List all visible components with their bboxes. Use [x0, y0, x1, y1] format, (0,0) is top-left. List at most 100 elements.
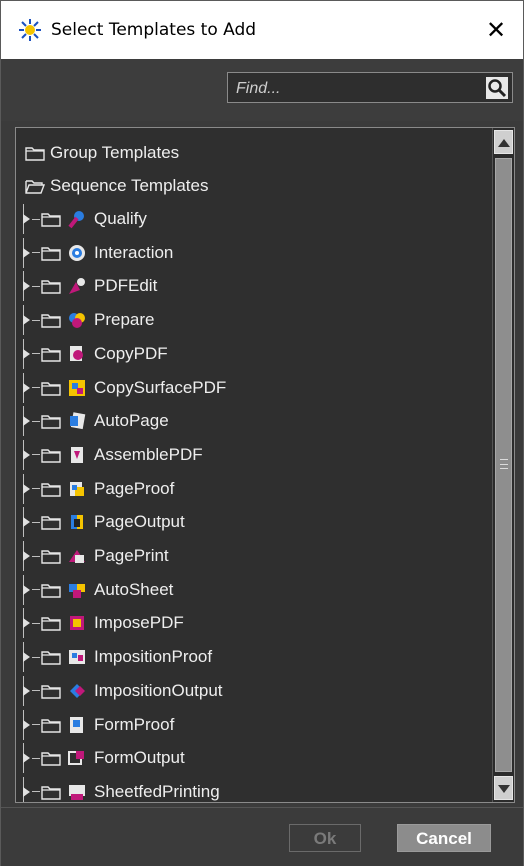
tree-item-label: ImpositionOutput	[94, 680, 223, 700]
cancel-button[interactable]: Cancel	[397, 824, 491, 852]
folder-closed-icon	[40, 614, 62, 632]
button-bar: Ok Cancel	[1, 807, 523, 866]
tree-item-pageproof[interactable]: PageProof	[20, 473, 174, 504]
tree-item-label: AutoPage	[94, 411, 169, 431]
scroll-down-button[interactable]	[494, 776, 513, 800]
expand-arrow-icon[interactable]	[20, 237, 32, 268]
tree-item-label: ImpositionProof	[94, 647, 213, 667]
tree-item-interaction[interactable]: Interaction	[20, 237, 174, 268]
tree-connector	[32, 521, 40, 523]
tree-item-sequence-templates[interactable]: Sequence Templates	[24, 171, 208, 201]
tree-item-qualify[interactable]: Qualify	[20, 204, 147, 234]
tree-item-label: SheetfedPrinting	[94, 781, 220, 801]
scroll-thumb[interactable]	[495, 158, 512, 772]
tree-connector	[32, 285, 40, 287]
expand-arrow-icon[interactable]	[20, 675, 32, 706]
tree-item-pdfedit[interactable]: PDFEdit	[20, 271, 158, 302]
expand-arrow-icon[interactable]	[20, 338, 32, 369]
search-toolbar	[1, 59, 523, 121]
folder-closed-icon	[40, 581, 62, 599]
expand-arrow-icon[interactable]	[20, 574, 32, 605]
folder-open-icon	[24, 177, 46, 195]
scroll-up-button[interactable]	[494, 130, 513, 154]
expand-arrow-icon[interactable]	[20, 743, 32, 774]
tree-item-prepare[interactable]: Prepare	[20, 305, 155, 336]
tree-item-autosheet[interactable]: AutoSheet	[20, 574, 174, 605]
impositionoutput-icon	[66, 680, 88, 702]
tree-item-label: Prepare	[94, 310, 155, 330]
tree-item-label: PDFEdit	[94, 276, 158, 296]
tree-item-sheetfedprinting[interactable]: SheetfedPrinting	[20, 776, 220, 802]
expand-arrow-icon[interactable]	[20, 305, 32, 336]
tree-connector	[32, 252, 40, 254]
chevron-up-icon	[498, 139, 510, 147]
sheetfedprinting-icon	[66, 781, 88, 802]
expand-arrow-icon[interactable]	[20, 709, 32, 740]
tree-item-label: AutoSheet	[94, 579, 174, 599]
folder-closed-icon	[40, 379, 62, 397]
expand-arrow-icon[interactable]	[20, 406, 32, 437]
tree-connector	[32, 555, 40, 557]
tree-item-impositionproof[interactable]: ImpositionProof	[20, 642, 213, 673]
expand-arrow-icon[interactable]	[20, 507, 32, 538]
template-tree-panel: Group Templates Sequence Templates Quali…	[15, 127, 515, 803]
tree-connector	[32, 218, 40, 220]
close-button[interactable]: ✕	[481, 15, 511, 45]
app-logo-icon	[17, 17, 43, 43]
tree-item-label: Sequence Templates	[50, 176, 209, 195]
tree-connector	[32, 387, 40, 388]
pageprint-icon	[66, 545, 88, 567]
tree-item-label: AssemblePDF	[94, 444, 203, 464]
folder-closed-icon	[40, 513, 62, 531]
folder-closed-icon	[40, 783, 62, 801]
tree-item-imposepdf[interactable]: ImposePDF	[20, 608, 184, 639]
tree-item-label: FormProof	[94, 714, 175, 734]
autopage-icon	[66, 410, 88, 432]
folder-closed-icon	[40, 412, 62, 430]
tree-connector	[32, 724, 40, 725]
ok-button[interactable]: Ok	[289, 824, 361, 852]
tree-item-label: FormOutput	[94, 748, 185, 768]
expand-arrow-icon[interactable]	[20, 608, 32, 639]
tree-item-copysurfacepdf[interactable]: CopySurfacePDF	[20, 372, 226, 403]
expand-arrow-icon[interactable]	[20, 642, 32, 673]
tree-item-pageoutput[interactable]: PageOutput	[20, 507, 185, 538]
expand-arrow-icon[interactable]	[20, 204, 32, 234]
autosheet-icon	[66, 579, 88, 601]
tree-item-label: Interaction	[94, 242, 174, 262]
tree-connector	[32, 353, 40, 355]
vertical-scrollbar[interactable]	[492, 128, 514, 802]
pageproof-icon	[66, 478, 88, 500]
impositionproof-icon	[66, 646, 88, 668]
tree-item-copypdf[interactable]: CopyPDF	[20, 338, 168, 369]
dialog-window: Select Templates to Add ✕ Group Template…	[0, 0, 524, 866]
tree-item-pageprint[interactable]: PagePrint	[20, 541, 169, 571]
tree-connector	[32, 690, 40, 692]
tree-connector	[32, 656, 40, 658]
expand-arrow-icon[interactable]	[20, 541, 32, 571]
folder-closed-icon	[40, 345, 62, 363]
expand-arrow-icon[interactable]	[20, 473, 32, 504]
tree-connector	[32, 622, 40, 624]
tree-item-label: ImposePDF	[94, 613, 184, 633]
expand-arrow-icon[interactable]	[20, 776, 32, 802]
find-input[interactable]	[234, 73, 478, 104]
expand-arrow-icon[interactable]	[20, 372, 32, 403]
tree-item-impositionoutput[interactable]: ImpositionOutput	[20, 675, 223, 706]
folder-closed-icon	[40, 210, 62, 228]
qualify-icon	[66, 208, 88, 230]
tree-connector	[32, 454, 40, 456]
tree-item-autopage[interactable]: AutoPage	[20, 406, 169, 437]
tree-item-group-templates[interactable]: Group Templates	[24, 138, 179, 168]
expand-arrow-icon[interactable]	[20, 271, 32, 302]
expand-arrow-icon[interactable]	[20, 439, 32, 470]
chevron-down-icon	[498, 785, 510, 793]
tree-item-assemblepdf[interactable]: AssemblePDF	[20, 439, 203, 470]
copysurfacepdf-icon	[66, 377, 88, 399]
folder-closed-icon	[40, 682, 62, 700]
search-icon[interactable]	[486, 77, 508, 99]
tree-item-formproof[interactable]: FormProof	[20, 709, 175, 740]
tree-item-formoutput[interactable]: FormOutput	[20, 743, 185, 774]
window-title: Select Templates to Add	[51, 20, 257, 40]
tree-item-label: Qualify	[94, 209, 147, 228]
